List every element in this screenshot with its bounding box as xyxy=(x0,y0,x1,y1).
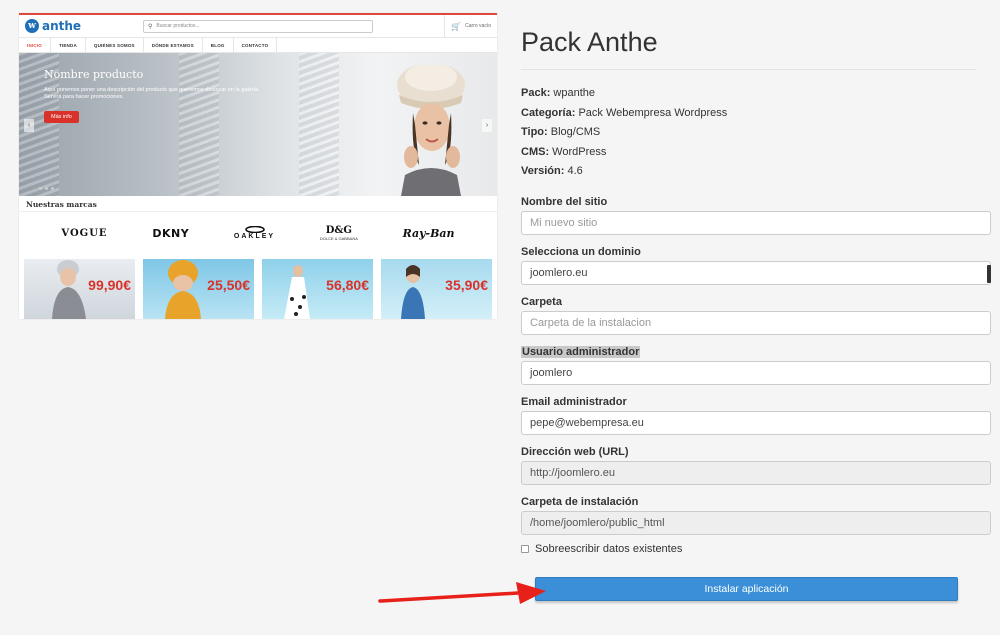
brand-logo: DKNY xyxy=(152,226,190,240)
preview-cart-label: Carro vacío xyxy=(465,23,491,29)
product-card: 99,90€ xyxy=(24,259,135,319)
meta-row: Versión: 4.6 xyxy=(521,165,583,178)
meta-row: Pack: wpanthe xyxy=(521,87,596,99)
cart-icon: 🛒 xyxy=(451,21,462,31)
preview-search: ⚲ Buscar productos... xyxy=(143,19,373,33)
install-folder-field: /home/joomlero/public_html xyxy=(521,511,991,535)
brand-logo: D&G xyxy=(325,225,352,236)
brands-row: VOGUE DKNY OAKLEY D&G DOLCE & GABBANA Ra… xyxy=(19,212,497,254)
overwrite-option[interactable]: Sobreescribir datos existentes xyxy=(521,543,682,555)
logo-text: anthe xyxy=(42,19,82,33)
preview-header: w anthe ⚲ Buscar productos... 🛒 Carro va… xyxy=(19,15,497,37)
product-price: 25,50€ xyxy=(207,277,250,293)
brand-logo: Ray-Ban xyxy=(402,226,455,240)
slider-dots xyxy=(39,187,54,190)
hero-title: Nombre producto xyxy=(44,68,144,81)
product-card: 35,90€ xyxy=(381,259,492,319)
brand-logo-oakley: OAKLEY xyxy=(234,226,275,240)
folder-input[interactable]: Carpeta de la instalacion xyxy=(521,311,991,335)
hero-more-button: Más info xyxy=(44,111,79,123)
hero-description: Aquí ponemos poner una descripción del p… xyxy=(44,87,260,101)
preview-cart: 🛒 Carro vacío xyxy=(444,15,491,37)
brand-logo-dg: D&G DOLCE & GABBANA xyxy=(320,225,358,241)
product-card: 25,50€ xyxy=(143,259,254,319)
domain-select-value: joomlero.eu xyxy=(530,267,588,279)
domain-label: Selecciona un dominio xyxy=(521,246,641,258)
logo-icon: w xyxy=(25,19,39,33)
product-price: 35,90€ xyxy=(445,277,488,293)
preview-nav-item: DÓNDE ESTAMOS xyxy=(144,38,203,52)
hero-model-image xyxy=(397,65,465,196)
meta-row: Tipo: Blog/CMS xyxy=(521,126,601,139)
brands-title: Nuestras marcas xyxy=(19,196,497,212)
chevron-left-icon: ‹ xyxy=(24,119,34,132)
overwrite-label: Sobreescribir datos existentes xyxy=(535,543,683,555)
meta-row: Categoría: Pack Webempresa Wordpress xyxy=(521,106,728,119)
install-button[interactable]: Instalar aplicación xyxy=(535,577,958,601)
admin-email-label: Email administrador xyxy=(521,396,627,408)
product-price: 56,80€ xyxy=(326,277,369,293)
oakley-ellipse-icon xyxy=(244,226,265,233)
admin-email-input[interactable]: pepe@webempresa.eu xyxy=(521,411,991,435)
brand-logo: OAKLEY xyxy=(233,233,276,240)
site-name-label: Nombre del sitio xyxy=(521,196,608,208)
title-divider xyxy=(521,69,976,70)
search-icon: ⚲ xyxy=(148,23,153,30)
package-meta: Pack: wpanthe Categoría: Pack Webempresa… xyxy=(521,84,727,182)
preview-hero-slider: Nombre producto Aquí ponemos poner una d… xyxy=(19,53,497,196)
hero-tree-decor xyxy=(299,53,339,196)
product-image xyxy=(401,265,425,319)
preview-nav-item: TIENDA xyxy=(51,38,86,52)
preview-nav: INICIO TIENDA QUIÉNES SOMOS DÓNDE ESTAMO… xyxy=(19,37,497,53)
url-label: Dirección web (URL) xyxy=(521,446,629,458)
preview-nav-item: BLOG xyxy=(203,38,234,52)
hero-tree-decor xyxy=(179,53,219,196)
products-row: 99,90€ 25,50€ 56,80€ 35,90€ xyxy=(19,254,497,319)
brand-logo: VOGUE xyxy=(61,227,108,239)
preview-nav-item: INICIO xyxy=(19,38,51,52)
meta-row: CMS: WordPress xyxy=(521,145,607,158)
site-name-input[interactable]: Mi nuevo sitio xyxy=(521,211,991,235)
admin-user-label: Usuario administrador xyxy=(521,346,641,358)
product-price: 99,90€ xyxy=(88,277,131,293)
preview-logo: w anthe xyxy=(25,19,143,33)
preview-search-placeholder: Buscar productos... xyxy=(156,23,200,29)
product-card: 56,80€ xyxy=(262,259,373,319)
arrow-right-icon xyxy=(378,582,546,604)
chevron-right-icon: › xyxy=(482,119,492,132)
url-field: http://joomlero.eu xyxy=(521,461,991,485)
preview-nav-item: CONTACTO xyxy=(234,38,278,52)
preview-nav-item: QUIÉNES SOMOS xyxy=(86,38,144,52)
select-arrows-icon xyxy=(987,265,991,283)
folder-label: Carpeta xyxy=(521,296,562,308)
install-folder-label: Carpeta de instalación xyxy=(521,496,639,508)
domain-select[interactable]: joomlero.eu xyxy=(521,261,991,285)
overwrite-checkbox[interactable] xyxy=(521,545,529,553)
theme-preview: w anthe ⚲ Buscar productos... 🛒 Carro va… xyxy=(19,13,497,319)
admin-user-input[interactable]: joomlero xyxy=(521,361,991,385)
page-title: Pack Anthe xyxy=(521,27,658,57)
brand-logo-sub: DOLCE & GABBANA xyxy=(319,236,358,241)
